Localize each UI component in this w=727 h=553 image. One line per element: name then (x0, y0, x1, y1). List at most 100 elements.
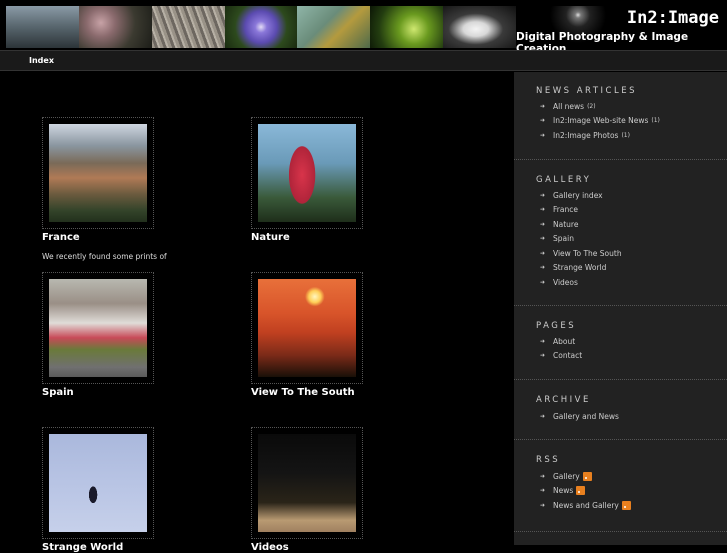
bullet-arrow-icon: ➜ (540, 102, 546, 110)
gallery-title[interactable]: France (42, 232, 80, 243)
banner-thumb-coast (6, 6, 79, 48)
sidebar-gallery-label[interactable]: Videos (553, 278, 578, 287)
gallery-title[interactable]: Strange World (42, 542, 123, 553)
sidebar-news-item[interactable]: ➜ In2:Image Photos (1) (540, 128, 660, 143)
sidebar-news-list: ➜ All news (2) ➜ In2:Image Web-site News (1)… (540, 99, 660, 143)
banner-thumb-cat (151, 6, 225, 48)
gallery-title[interactable]: View To The South (251, 387, 355, 398)
photo-france[interactable] (49, 124, 147, 222)
sidebar-news-item[interactable]: ➜ All news (2) (540, 99, 660, 114)
news-count: (1) (621, 131, 630, 139)
photo-frame[interactable] (251, 427, 363, 539)
bullet-arrow-icon: ➜ (540, 235, 546, 243)
sidebar-gallery-label[interactable]: Gallery index (553, 191, 603, 200)
photo-frame[interactable] (42, 117, 154, 229)
banner-thumb-mushrooms (78, 6, 152, 48)
sidebar-news-heading: NEWS ARTICLES (536, 86, 637, 96)
gallery-title[interactable]: Spain (42, 387, 74, 398)
photo-videos[interactable] (258, 434, 356, 532)
sidebar-pages-label[interactable]: About (553, 337, 575, 346)
sidebar-news-item[interactable]: ➜ In2:Image Web-site News (1) (540, 114, 660, 129)
brand-block[interactable]: In2:Image Digital Photography & Image Cr… (516, 6, 727, 55)
bullet-arrow-icon: ➜ (540, 220, 546, 228)
gallery-excerpt: We recently found some prints of (42, 252, 167, 261)
sidebar-gallery-label[interactable]: France (553, 205, 578, 214)
rss-feed-icon[interactable] (621, 500, 631, 510)
sidebar-pages-item[interactable]: ➜ Contact (540, 349, 582, 364)
banner-thumb-arch (443, 6, 516, 48)
sidebar-news-label[interactable]: All news (553, 102, 584, 111)
sidebar-gallery-label[interactable]: Spain (553, 234, 574, 243)
bullet-arrow-icon: ➜ (540, 249, 546, 257)
bullet-arrow-icon: ➜ (540, 264, 546, 272)
bullet-arrow-icon: ➜ (540, 278, 546, 286)
sidebar-news-section: NEWS ARTICLES ➜ All news (2) ➜ In2:Image We… (514, 72, 727, 160)
sidebar-rss-list: ➜ Gallery ➜ News ➜ News and Gallery (540, 469, 631, 513)
bullet-arrow-icon: ➜ (540, 501, 546, 509)
gallery-content: France We recently found some prints of … (9, 75, 512, 553)
bullet-arrow-icon: ➜ (540, 191, 546, 199)
sidebar-gallery-heading: GALLERY (536, 175, 592, 185)
sidebar-archive-item[interactable]: ➜ Gallery and News (540, 409, 619, 424)
news-count: (1) (651, 117, 660, 125)
photo-frame[interactable] (42, 272, 154, 384)
gallery-title[interactable]: Videos (251, 542, 289, 553)
photo-frame[interactable] (42, 427, 154, 539)
sidebar-rss-item[interactable]: ➜ Gallery (540, 469, 631, 484)
sidebar-gallery-item[interactable]: ➜ France (540, 203, 622, 218)
photo-frame[interactable] (251, 272, 363, 384)
photo-sunset[interactable] (258, 279, 356, 377)
sidebar-gallery-item[interactable]: ➜ Strange World (540, 261, 622, 276)
sidebar: NEWS ARTICLES ➜ All news (2) ➜ In2:Image We… (514, 72, 727, 545)
photo-strange-world[interactable] (49, 434, 147, 532)
gallery-title[interactable]: Nature (251, 232, 290, 243)
sidebar-archive-label[interactable]: Gallery and News (553, 412, 619, 421)
sidebar-gallery-label[interactable]: Strange World (553, 263, 606, 272)
rss-feed-icon[interactable] (576, 486, 586, 496)
sidebar-rss-heading: RSS (536, 455, 561, 465)
sidebar-pages-heading: PAGES (536, 321, 577, 331)
photo-nature[interactable] (258, 124, 356, 222)
site-title: In2:Image (626, 8, 719, 28)
bullet-arrow-icon: ➜ (540, 472, 546, 480)
sidebar-gallery-item[interactable]: ➜ View To The South (540, 246, 622, 261)
sidebar-gallery-item[interactable]: ➜ Spain (540, 232, 622, 247)
news-count: (2) (587, 102, 596, 110)
sidebar-gallery-label[interactable]: Nature (553, 220, 578, 229)
sidebar-news-label[interactable]: In2:Image Photos (553, 131, 618, 140)
sidebar-archive-section: ARCHIVE ➜ Gallery and News (514, 380, 727, 440)
sidebar-rss-item[interactable]: ➜ News and Gallery (540, 498, 631, 513)
sidebar-pages-item[interactable]: ➜ About (540, 334, 582, 349)
banner-thumb-lizard (297, 6, 371, 48)
sidebar-gallery-list: ➜ Gallery index ➜ France ➜ Nature ➜ Spain ➜ V… (540, 188, 622, 290)
sidebar-pages-list: ➜ About ➜ Contact (540, 334, 582, 363)
sidebar-news-label[interactable]: In2:Image Web-site News (553, 116, 648, 125)
bullet-arrow-icon: ➜ (540, 337, 546, 345)
photo-spain[interactable] (49, 279, 147, 377)
rss-feed-icon[interactable] (582, 471, 592, 481)
bullet-arrow-icon: ➜ (540, 352, 546, 360)
bullet-arrow-icon: ➜ (540, 206, 546, 214)
sidebar-gallery-item[interactable]: ➜ Nature (540, 217, 622, 232)
photo-frame[interactable] (251, 117, 363, 229)
sidebar-archive-list: ➜ Gallery and News (540, 409, 619, 424)
sidebar-rss-label[interactable]: News and Gallery (553, 501, 619, 510)
nav-bar: Index (0, 50, 727, 71)
sidebar-pages-label[interactable]: Contact (553, 351, 582, 360)
site-header: In2:Image Digital Photography & Image Cr… (0, 0, 727, 55)
sidebar-gallery-item[interactable]: ➜ Videos (540, 275, 622, 290)
banner-strip (6, 6, 516, 48)
sidebar-rss-label[interactable]: Gallery (553, 472, 580, 481)
sidebar-gallery-item[interactable]: ➜ Gallery index (540, 188, 622, 203)
sidebar-rss-item[interactable]: ➜ News (540, 484, 631, 499)
nav-link-index[interactable]: Index (29, 56, 54, 65)
bullet-arrow-icon: ➜ (540, 412, 546, 420)
banner-thumb-green-plant (370, 6, 444, 48)
sidebar-rss-label[interactable]: News (553, 486, 573, 495)
sidebar-gallery-section: GALLERY ➜ Gallery index ➜ France ➜ Nature ➜… (514, 160, 727, 306)
bullet-arrow-icon: ➜ (540, 487, 546, 495)
sidebar-gallery-label[interactable]: View To The South (553, 249, 622, 258)
bullet-arrow-icon: ➜ (540, 117, 546, 125)
sidebar-archive-heading: ARCHIVE (536, 395, 591, 405)
sidebar-pages-section: PAGES ➜ About ➜ Contact (514, 306, 727, 380)
